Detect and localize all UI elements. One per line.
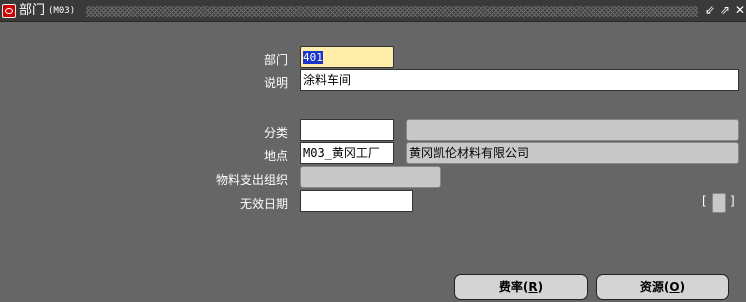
minimize-icon[interactable]: ⇙: [703, 3, 717, 18]
resources-button-label: 资源: [639, 280, 664, 294]
flexfield-bracket-left: [: [702, 194, 707, 208]
loc-field[interactable]: M03_黄冈工厂: [300, 142, 394, 164]
flexfield-box[interactable]: [712, 193, 726, 213]
class-label: 分类: [263, 126, 288, 140]
resources-button-key: O: [669, 280, 680, 294]
loc-label: 地点: [263, 149, 288, 163]
resources-button[interactable]: 资源(O): [596, 274, 729, 300]
date-label: 无效日期: [239, 197, 288, 211]
maximize-icon[interactable]: ⇗: [718, 3, 732, 18]
rates-button-label: 费率: [498, 280, 523, 294]
window-title-text: 部门: [19, 3, 46, 18]
flexfield-bracket-right: ]: [730, 194, 735, 208]
class-field[interactable]: [300, 119, 394, 141]
title-bar-texture: [86, 6, 698, 17]
rates-button-key: R: [528, 280, 538, 294]
dept-field[interactable]: 401: [300, 46, 394, 68]
oracle-logo-icon: [2, 4, 16, 18]
title-bar: 部门 (M03) ⇙ ⇗ ✕: [0, 0, 746, 22]
window-title: 部门 (M03): [19, 3, 75, 19]
department-window: 部门 (M03) ⇙ ⇗ ✕ 部门 401 说明 涂料车间 分类 地点 M03_黄…: [0, 0, 746, 302]
descriptive-flexfield[interactable]: [ ]: [700, 192, 738, 214]
close-icon[interactable]: ✕: [733, 3, 746, 18]
dept-value: 401: [303, 51, 323, 64]
class-desc-field: [406, 119, 739, 141]
rates-button[interactable]: 费率(R): [454, 274, 588, 300]
org-label: 物料支出组织: [215, 173, 288, 187]
date-field[interactable]: [300, 190, 413, 212]
loc-desc-field: 黄冈凯伦材料有限公司: [406, 142, 739, 164]
dept-label: 部门: [263, 53, 288, 67]
desc-field[interactable]: 涂料车间: [300, 69, 739, 91]
desc-label: 说明: [263, 76, 288, 90]
org-field: [300, 166, 441, 188]
window-code: (M03): [48, 6, 76, 16]
